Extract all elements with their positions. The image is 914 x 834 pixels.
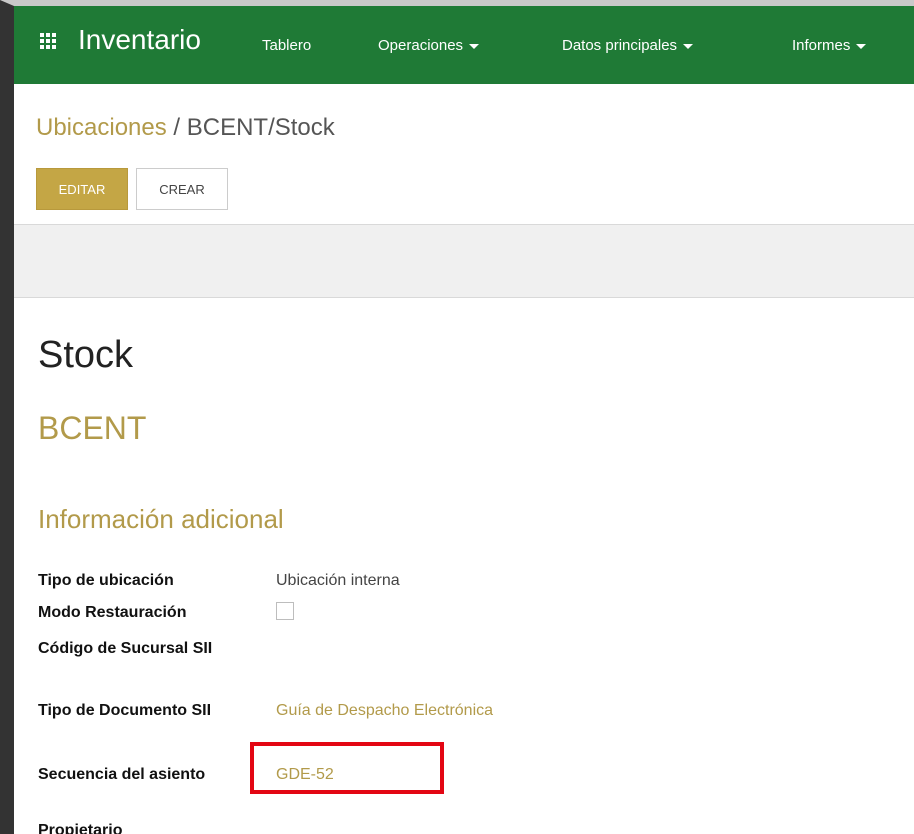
top-navbar: Inventario Tablero Operaciones Datos pri… bbox=[14, 6, 914, 84]
nav-item-operaciones[interactable]: Operaciones bbox=[378, 37, 480, 54]
modo-restauracion-checkbox[interactable] bbox=[276, 602, 294, 620]
tipo-documento-link[interactable]: Guía de Despacho Electrónica bbox=[276, 700, 493, 722]
nav-item-informes[interactable]: Informes bbox=[792, 37, 867, 54]
divider bbox=[14, 297, 914, 298]
caret-down-icon bbox=[469, 43, 480, 49]
caret-down-icon bbox=[683, 43, 694, 49]
field-label-modo-restauracion: Modo Restauración bbox=[38, 604, 187, 621]
section-title: Información adicional bbox=[38, 504, 284, 534]
breadcrumb-current: BCENT/Stock bbox=[186, 114, 335, 141]
nav-item-label: Operaciones bbox=[378, 37, 464, 54]
field-label-codigo-sucursal: Código de Sucursal SII bbox=[38, 640, 213, 657]
breadcrumb: Ubicaciones / BCENT/Stock bbox=[36, 114, 335, 142]
field-value-tipo-ubicacion: Ubicación interna bbox=[276, 572, 400, 589]
record-title: Stock bbox=[38, 334, 134, 376]
app-title[interactable]: Inventario bbox=[78, 24, 201, 56]
nav-item-datos-principales[interactable]: Datos principales bbox=[562, 37, 694, 54]
parent-location-link[interactable]: BCENT bbox=[38, 410, 146, 447]
nav-item-tablero[interactable]: Tablero bbox=[262, 37, 311, 54]
app-window: Inventario Tablero Operaciones Datos pri… bbox=[0, 0, 914, 834]
field-label-tipo-ubicacion: Tipo de ubicación bbox=[38, 572, 174, 589]
status-bar bbox=[14, 225, 914, 297]
breadcrumb-separator: / bbox=[173, 114, 181, 141]
apps-grid-icon[interactable] bbox=[40, 33, 58, 49]
field-label-tipo-documento: Tipo de Documento SII bbox=[38, 702, 212, 719]
edit-button[interactable]: EDITAR bbox=[36, 168, 128, 210]
nav-item-label: Datos principales bbox=[562, 37, 678, 54]
nav-item-label: Informes bbox=[792, 37, 851, 54]
caret-down-icon bbox=[856, 43, 867, 49]
field-label-secuencia: Secuencia del asiento bbox=[38, 766, 206, 783]
field-label-propietario: Propietario bbox=[38, 822, 123, 834]
highlight-box bbox=[250, 742, 444, 794]
nav-item-label: Tablero bbox=[262, 37, 312, 54]
breadcrumb-parent-link[interactable]: Ubicaciones bbox=[36, 114, 167, 141]
create-button[interactable]: CREAR bbox=[136, 168, 228, 210]
